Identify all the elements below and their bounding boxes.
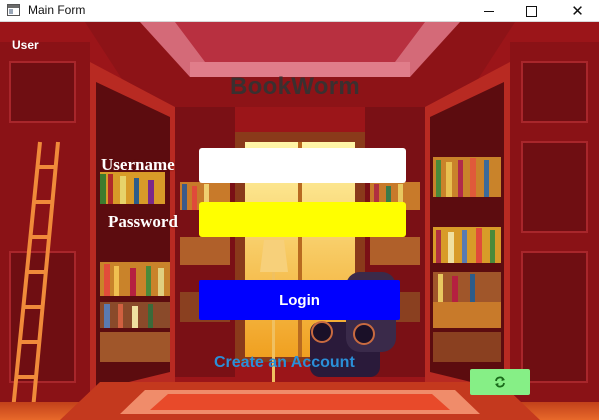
username-field[interactable] xyxy=(199,148,406,183)
main-form-client: User BookWorm Username Password Login Cr… xyxy=(0,22,599,420)
left-bookshelf-books xyxy=(100,172,170,362)
close-icon: ✕ xyxy=(571,2,584,20)
login-button[interactable]: Login xyxy=(199,280,400,320)
minimize-icon xyxy=(483,10,494,12)
user-label: User xyxy=(12,38,39,52)
refresh-icon xyxy=(495,376,505,388)
window-title: Main Form xyxy=(28,3,86,17)
minimize-button[interactable] xyxy=(466,0,511,22)
close-button[interactable]: ✕ xyxy=(555,0,599,22)
form-icon xyxy=(7,4,20,16)
username-label: Username xyxy=(101,155,175,174)
password-field[interactable] xyxy=(199,202,406,237)
app-heading: BookWorm xyxy=(230,73,360,100)
refresh-button[interactable] xyxy=(470,369,530,395)
maximize-icon xyxy=(526,5,537,17)
window-titlebar[interactable]: Main Form ✕ xyxy=(0,0,599,22)
create-account-link[interactable]: Create an Account xyxy=(214,354,355,372)
maximize-button[interactable] xyxy=(509,0,554,22)
password-label: Password xyxy=(108,212,178,231)
